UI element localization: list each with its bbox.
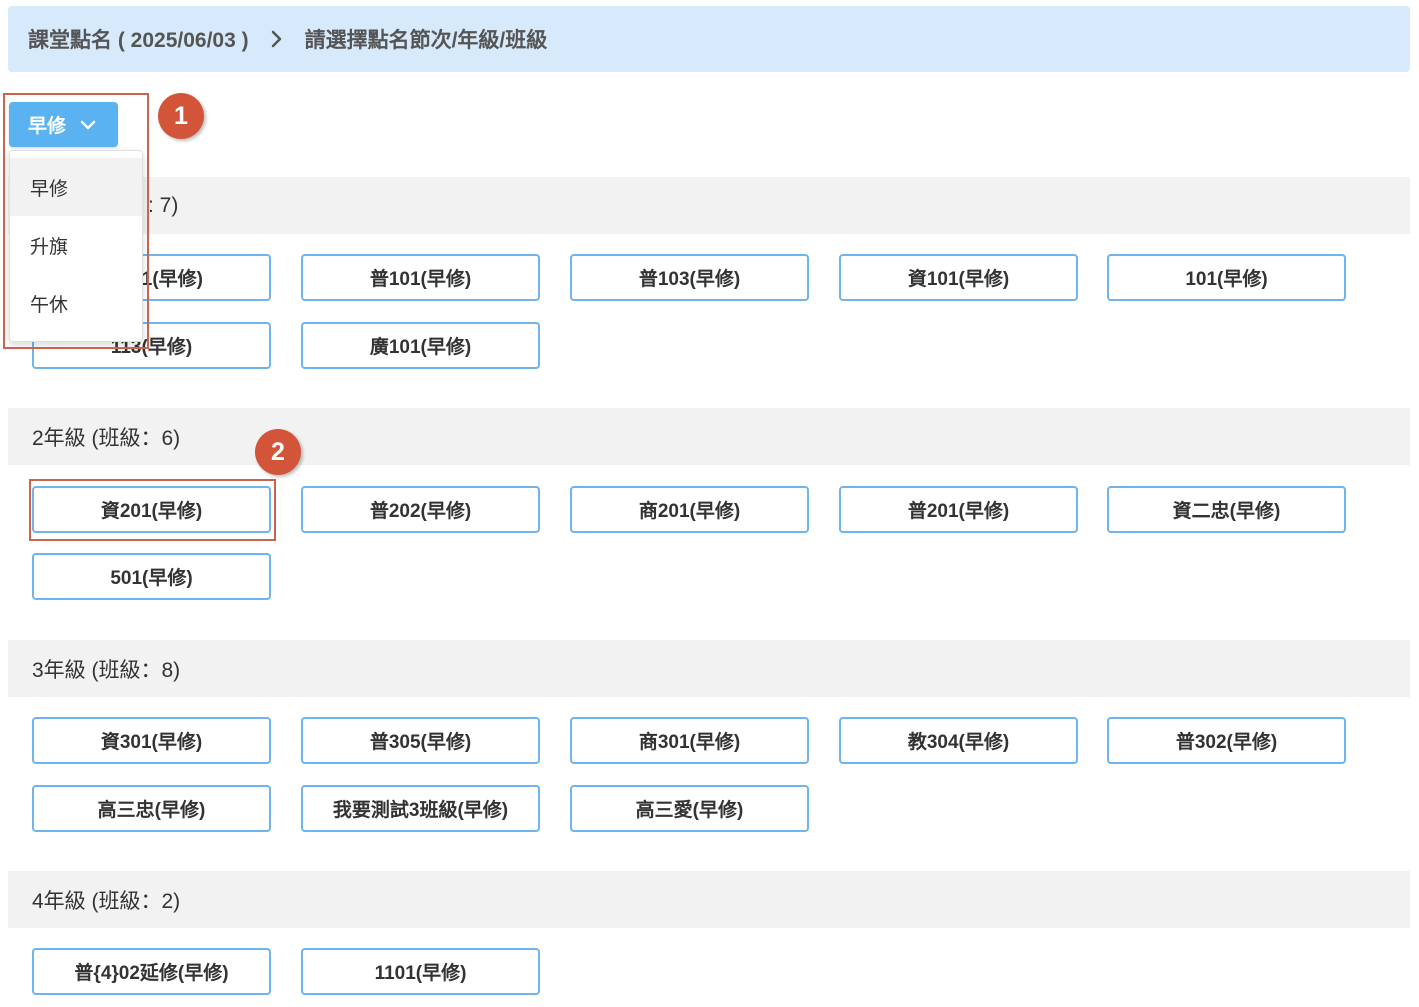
class-button[interactable]: 資201(早修) (32, 486, 271, 533)
chevron-right-icon (271, 30, 283, 48)
class-button[interactable]: 高三愛(早修) (570, 785, 809, 832)
class-button[interactable]: 普101(早修) (301, 254, 540, 301)
grade-3-label: 3年級 (班級：8) (32, 658, 181, 682)
grade-1-label: : 7) (148, 193, 179, 217)
class-button[interactable]: 普202(早修) (301, 486, 540, 533)
class-button[interactable]: 普305(早修) (301, 717, 540, 764)
class-button[interactable]: 商201(早修) (570, 486, 809, 533)
breadcrumb: 課堂點名 ( 2025/06/03 ) 請選擇點名節次/年級/班級 (8, 6, 1410, 72)
class-button[interactable]: 高三忠(早修) (32, 785, 271, 832)
grade-1-header: : 7) (8, 177, 1410, 234)
chevron-down-icon (80, 120, 96, 130)
class-button[interactable]: 廣101(早修) (301, 322, 540, 369)
grade-2-header: 2年級 (班級：6) (8, 408, 1410, 465)
period-select-value: 早修 (28, 116, 67, 137)
grade-4-label: 4年級 (班級：2) (32, 889, 181, 913)
period-option-flag-raising[interactable]: 升旗 (10, 216, 142, 274)
period-dropdown-menu: 早修 升旗 午休 (9, 150, 143, 342)
annotation-badge-1: 1 (158, 93, 204, 139)
class-button[interactable]: 101(早修) (1107, 254, 1346, 301)
class-button[interactable]: 資二忠(早修) (1107, 486, 1346, 533)
class-button[interactable]: 1101(早修) (301, 948, 540, 995)
class-button[interactable]: 普302(早修) (1107, 717, 1346, 764)
class-button[interactable]: 普103(早修) (570, 254, 809, 301)
period-option-morning-study[interactable]: 早修 (10, 158, 142, 216)
class-button[interactable]: 普201(早修) (839, 486, 1078, 533)
page-title: 課堂點名 ( 2025/06/03 ) (28, 29, 249, 52)
period-option-noon-break[interactable]: 午休 (10, 274, 142, 332)
class-button[interactable]: 501(早修) (32, 553, 271, 600)
period-select-button[interactable]: 早修 (9, 102, 118, 147)
class-button[interactable]: 我要測試3班級(早修) (301, 785, 540, 832)
class-button[interactable]: 普{4}02延修(早修) (32, 948, 271, 995)
class-button[interactable]: 教304(早修) (839, 717, 1078, 764)
grade-2-label: 2年級 (班級：6) (32, 426, 181, 450)
class-button[interactable]: 資101(早修) (839, 254, 1078, 301)
grade-3-header: 3年級 (班級：8) (8, 640, 1410, 697)
annotation-badge-2: 2 (255, 429, 301, 475)
class-button[interactable]: 資301(早修) (32, 717, 271, 764)
grade-4-header: 4年級 (班級：2) (8, 871, 1410, 928)
class-button[interactable]: 商301(早修) (570, 717, 809, 764)
page-subtitle: 請選擇點名節次/年級/班級 (304, 29, 548, 52)
